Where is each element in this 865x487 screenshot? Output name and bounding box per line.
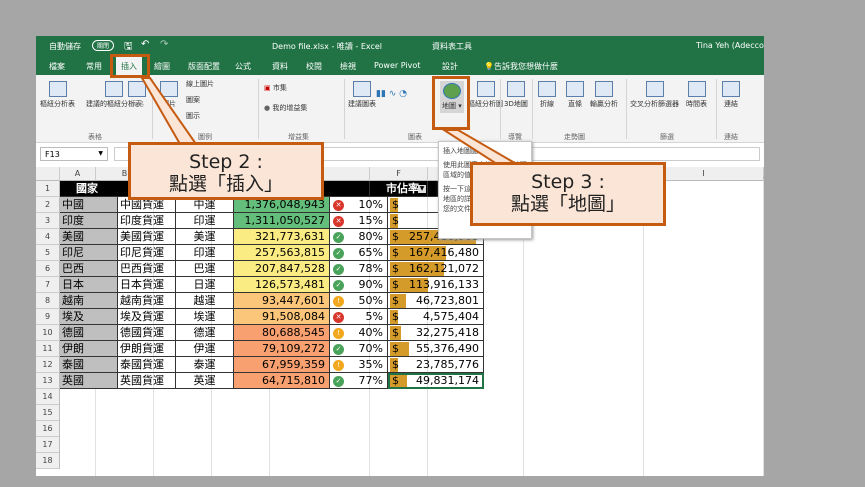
step3-text: 點選「地圖」 bbox=[510, 193, 625, 215]
step2-title: Step 2 : bbox=[189, 151, 263, 173]
step2-text: 點選「插入」 bbox=[168, 173, 283, 195]
callout-pointers bbox=[140, 77, 524, 167]
step3-pointer bbox=[440, 129, 524, 167]
step3-callout: Step 3 : 點選「地圖」 bbox=[470, 162, 666, 226]
step2-pointer bbox=[140, 77, 198, 145]
step3-title: Step 3 : bbox=[531, 171, 605, 193]
step2-callout: Step 2 : 點選「插入」 bbox=[128, 142, 324, 200]
